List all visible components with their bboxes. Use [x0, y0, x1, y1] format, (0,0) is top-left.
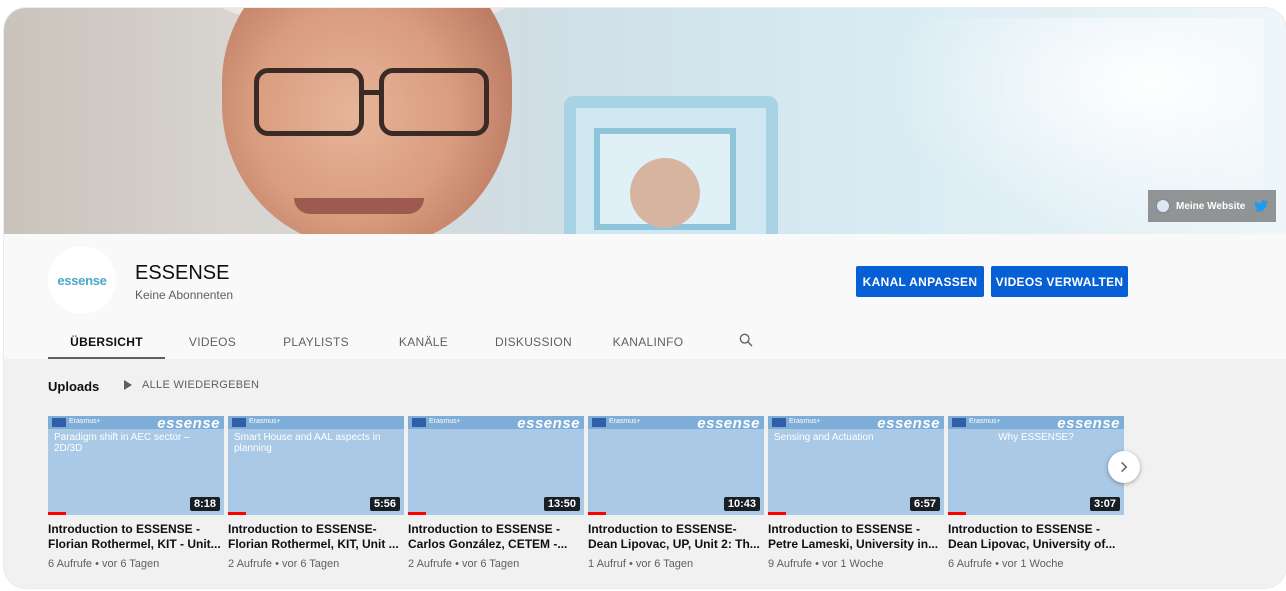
- video-duration: 13:50: [543, 497, 580, 511]
- tab-videos[interactable]: VIDEOS: [165, 324, 260, 359]
- video-card[interactable]: Erasmus+ essense 13:50 Introduction to E…: [408, 416, 584, 570]
- video-thumbnail[interactable]: Erasmus+ essense Why ESSENSE? 3:07: [948, 416, 1124, 515]
- thumb-eu-label: Erasmus+: [609, 418, 641, 425]
- banner-orb: [630, 158, 700, 228]
- video-title[interactable]: Introduction to ESSENSE - Petre Lameski,…: [768, 522, 944, 552]
- video-card[interactable]: Erasmus+ essense Why ESSENSE? 3:07 Intro…: [948, 416, 1124, 570]
- video-card[interactable]: Erasmus+ essense Paradigm shift in AEC s…: [48, 416, 224, 570]
- banner-glasses-right: [379, 68, 489, 136]
- twitter-icon[interactable]: [1254, 200, 1268, 212]
- thumb-heading: Sensing and Actuation: [774, 432, 874, 443]
- watch-progress: [588, 512, 606, 515]
- video-meta: 1 Aufruf • vor 6 Tagen: [588, 558, 694, 570]
- video-thumbnail[interactable]: Erasmus+ essense Sensing and Actuation 6…: [768, 416, 944, 515]
- eu-flag-icon: [412, 418, 426, 427]
- eu-flag-icon: [232, 418, 246, 427]
- channel-name: ESSENSE: [135, 262, 230, 284]
- video-thumbnail[interactable]: Erasmus+ essense Paradigm shift in AEC s…: [48, 416, 224, 515]
- video-thumbnail[interactable]: Erasmus+ essense 13:50: [408, 416, 584, 515]
- thumb-eu-label: Erasmus+: [249, 418, 281, 425]
- channel-banner: Meine Website: [4, 8, 1286, 234]
- watch-progress: [48, 512, 66, 515]
- tab-about[interactable]: KANALINFO: [592, 324, 704, 359]
- thumb-heading: Why ESSENSE?: [998, 432, 1074, 443]
- eu-flag-icon: [52, 418, 66, 427]
- carousel-next-button[interactable]: [1108, 451, 1140, 483]
- video-title[interactable]: Introduction to ESSENSE- Dean Lipovac, U…: [588, 522, 764, 552]
- tab-discussion[interactable]: DISKUSSION: [475, 324, 592, 359]
- banner-mouth: [294, 198, 424, 214]
- channel-tabs: ÜBERSICHT VIDEOS PLAYLISTS KANÄLE DISKUS…: [48, 324, 704, 359]
- tab-overview[interactable]: ÜBERSICHT: [48, 324, 165, 359]
- video-meta: 2 Aufrufe • vor 6 Tagen: [408, 558, 520, 570]
- video-title[interactable]: Introduction to ESSENSE- Florian Rotherm…: [228, 522, 404, 552]
- video-duration: 6:57: [909, 497, 940, 511]
- video-card[interactable]: Erasmus+ Smart House and AAL aspects in …: [228, 416, 404, 570]
- avatar-logo: essense: [57, 272, 107, 288]
- play-all-label: ALLE WIEDERGEBEN: [142, 379, 260, 391]
- tab-channels[interactable]: KANÄLE: [372, 324, 475, 359]
- video-duration: 10:43: [723, 497, 760, 511]
- thumb-brand: essense: [157, 416, 220, 432]
- website-link[interactable]: Meine Website: [1176, 201, 1248, 212]
- banner-links: Meine Website: [1148, 190, 1276, 222]
- search-icon[interactable]: [738, 332, 754, 348]
- video-card[interactable]: Erasmus+ essense Sensing and Actuation 6…: [768, 416, 944, 570]
- video-card[interactable]: Erasmus+ essense 10:43 Introduction to E…: [588, 416, 764, 570]
- watch-progress: [228, 512, 246, 515]
- chevron-right-icon: [1121, 461, 1128, 473]
- watch-progress: [408, 512, 426, 515]
- manage-videos-button[interactable]: VIDEOS VERWALTEN: [991, 266, 1128, 297]
- play-all-button[interactable]: ALLE WIEDERGEBEN: [124, 379, 259, 391]
- eu-flag-icon: [952, 418, 966, 427]
- eu-flag-icon: [592, 418, 606, 427]
- thumb-eu-label: Erasmus+: [429, 418, 461, 425]
- video-thumbnail[interactable]: Erasmus+ Smart House and AAL aspects in …: [228, 416, 404, 515]
- thumb-brand: essense: [1057, 416, 1120, 432]
- video-duration: 8:18: [189, 497, 220, 511]
- thumb-brand: essense: [697, 416, 760, 432]
- banner-glasses-bridge: [359, 90, 381, 95]
- thumb-heading: Smart House and AAL aspects in planning: [234, 432, 381, 454]
- customize-channel-button[interactable]: KANAL ANPASSEN: [856, 266, 984, 297]
- globe-icon[interactable]: [1156, 199, 1170, 213]
- video-title[interactable]: Introduction to ESSENSE - Carlos Gonzále…: [408, 522, 584, 552]
- subscriber-count: Keine Abonnenten: [135, 288, 234, 302]
- video-title[interactable]: Introduction to ESSENSE - Dean Lipovac, …: [948, 522, 1124, 552]
- thumb-brand: essense: [517, 416, 580, 432]
- watch-progress: [768, 512, 786, 515]
- video-thumbnail[interactable]: Erasmus+ essense 10:43: [588, 416, 764, 515]
- video-meta: 2 Aufrufe • vor 6 Tagen: [228, 558, 340, 570]
- video-duration: 3:07: [1089, 497, 1120, 511]
- banner-glasses-left: [254, 68, 364, 136]
- play-icon: [124, 380, 132, 390]
- tab-playlists[interactable]: PLAYLISTS: [260, 324, 372, 359]
- channel-page: Meine Website essense ESSENSE Keine Abon…: [4, 8, 1286, 588]
- channel-avatar[interactable]: essense: [48, 246, 116, 314]
- watch-progress: [948, 512, 966, 515]
- thumb-eu-label: Erasmus+: [969, 418, 1001, 425]
- thumb-brand: essense: [877, 416, 940, 432]
- video-meta: 6 Aufrufe • vor 1 Woche: [948, 558, 1064, 570]
- video-title[interactable]: Introduction to ESSENSE - Florian Rother…: [48, 522, 224, 552]
- video-meta: 9 Aufrufe • vor 1 Woche: [768, 558, 884, 570]
- eu-flag-icon: [772, 418, 786, 427]
- thumb-eu-label: Erasmus+: [69, 418, 101, 425]
- video-meta: 6 Aufrufe • vor 6 Tagen: [48, 558, 160, 570]
- video-duration: 5:56: [369, 497, 400, 511]
- thumb-eu-label: Erasmus+: [789, 418, 821, 425]
- uploads-title: Uploads: [48, 379, 100, 394]
- thumb-heading: Paradigm shift in AEC sector – 2D/3D: [54, 432, 190, 454]
